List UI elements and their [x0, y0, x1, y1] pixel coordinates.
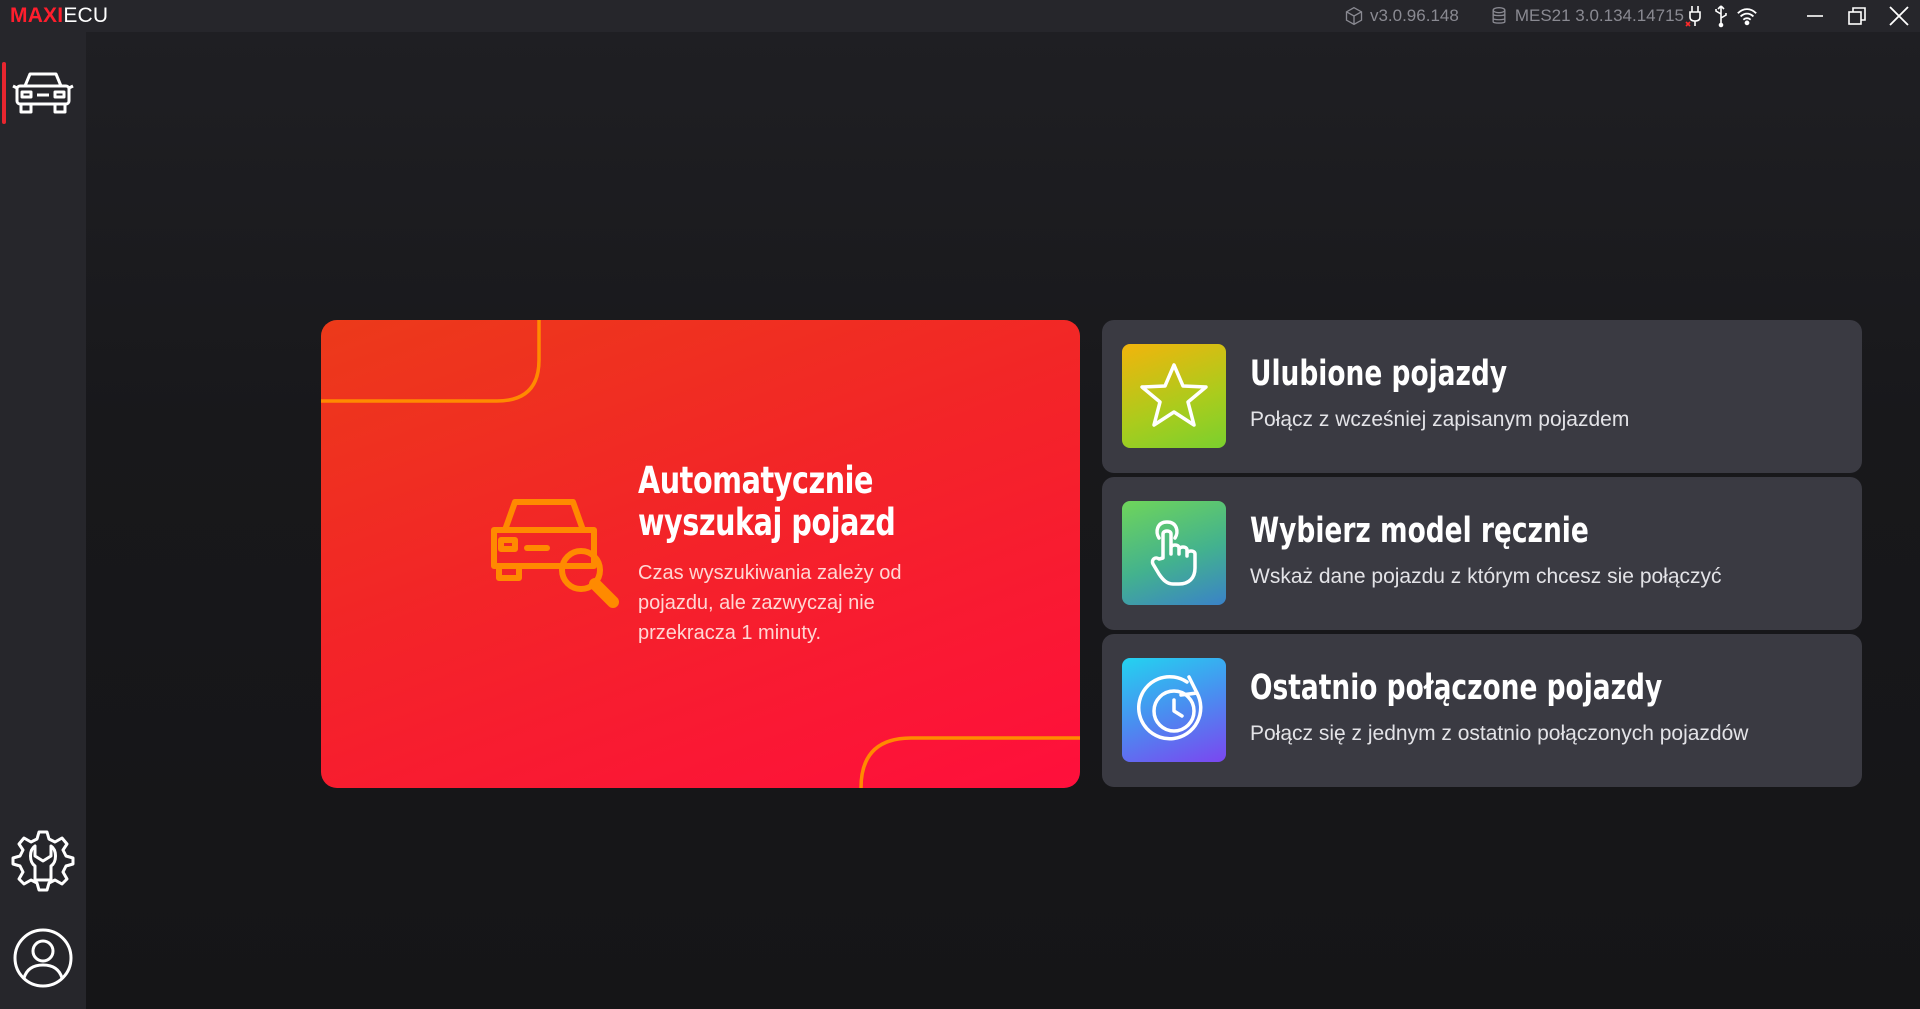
logo-part-maxi: MAXI — [10, 4, 64, 27]
auto-search-title: Automatycznie wyszukaj pojazd — [638, 459, 896, 544]
car-icon — [12, 72, 74, 114]
auto-search-card[interactable]: Automatycznie wyszukaj pojazd Czas wyszu… — [321, 320, 1080, 788]
obd-plug-icon — [1685, 6, 1701, 27]
manual-select-tile — [1122, 501, 1226, 605]
car-search-icon — [491, 499, 619, 608]
gear-wrench-icon — [11, 830, 75, 892]
recent-vehicles-tile — [1122, 658, 1226, 762]
database-info: MES21 3.0.134.14715 — [1489, 6, 1684, 26]
database-icon — [1492, 7, 1506, 24]
card-decoration — [321, 320, 1080, 788]
wifi-icon — [1737, 8, 1757, 26]
restore-button[interactable] — [1836, 0, 1878, 32]
recent-vehicles-card[interactable]: Ostatnio połączone pojazdy Połącz się z … — [1102, 634, 1862, 787]
favorites-description: Połącz z wcześniej zapisanym pojazdem — [1250, 408, 1630, 431]
sidebar-item-service[interactable] — [0, 824, 86, 896]
user-icon — [13, 928, 73, 988]
main-content: Automatycznie wyszukaj pojazd Czas wyszu… — [86, 32, 1920, 1009]
favorites-tile — [1122, 344, 1226, 448]
favorites-title: Ulubione pojazdy — [1250, 354, 1508, 394]
close-icon — [1889, 6, 1909, 26]
manual-select-card[interactable]: Wybierz model ręcznie Wskaż dane pojazdu… — [1102, 477, 1862, 630]
minimize-button[interactable] — [1794, 0, 1836, 32]
sidebar-item-user[interactable] — [0, 922, 86, 994]
restore-icon — [1848, 7, 1866, 25]
database-text: MES21 3.0.134.14715 — [1514, 6, 1684, 25]
sidebar-item-vehicle[interactable] — [0, 58, 86, 126]
status-group: v3.0.96.148 MES21 3.0.134.14715 — [1322, 0, 1684, 32]
connection-status — [1684, 4, 1758, 28]
minimize-icon — [1807, 15, 1823, 17]
version-info: v3.0.96.148 — [1344, 6, 1459, 26]
app-logo: MAXI ECU — [10, 4, 108, 28]
window-controls — [1794, 0, 1920, 32]
star-icon — [1140, 363, 1208, 427]
hand-pointer-icon — [1150, 520, 1197, 586]
logo-part-ecu: ECU — [63, 4, 109, 27]
favorites-card[interactable]: Ulubione pojazdy Połącz z wcześniej zapi… — [1102, 320, 1862, 473]
manual-select-description: Wskaż dane pojazdu z którym chcesz sie p… — [1250, 565, 1722, 588]
sidebar — [0, 32, 86, 1009]
recent-vehicles-description: Połącz się z jednym z ostatnio połączony… — [1250, 722, 1749, 745]
cube-icon — [1345, 6, 1363, 26]
manual-select-title: Wybierz model ręcznie — [1250, 511, 1589, 551]
auto-search-description: Czas wyszukiwania zależy od pojazdu, ale… — [638, 562, 902, 644]
version-text: v3.0.96.148 — [1369, 6, 1459, 25]
title-bar: MAXI ECU v3.0.96.148 MES21 3.0.134.14715 — [0, 0, 1920, 32]
usb-icon — [1715, 5, 1727, 28]
recent-vehicles-title: Ostatnio połączone pojazdy — [1250, 668, 1663, 708]
close-button[interactable] — [1878, 0, 1920, 32]
history-clock-icon — [1137, 674, 1203, 741]
